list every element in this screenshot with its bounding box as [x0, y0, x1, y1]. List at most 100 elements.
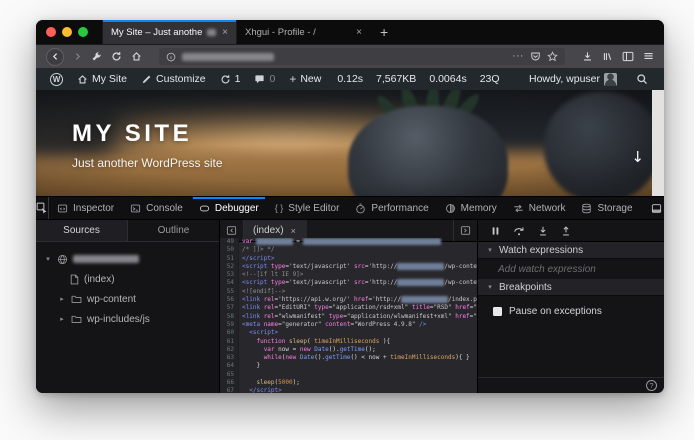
- adminbar-site-menu[interactable]: My Site: [71, 68, 133, 90]
- code-line: while(new Date().getTime() < now + timeI…: [263, 354, 470, 362]
- bookmark-star-icon[interactable]: [547, 51, 558, 62]
- tab-debugger[interactable]: Debugger: [191, 197, 267, 219]
- pause-on-exceptions-checkbox[interactable]: [493, 307, 502, 316]
- watch-expressions-header[interactable]: ▾ Watch expressions: [478, 242, 664, 259]
- downloads-button[interactable]: [582, 51, 593, 62]
- tab-outline[interactable]: Outline: [128, 220, 219, 241]
- line-number[interactable]: 49: [220, 238, 239, 247]
- line-number[interactable]: 51: [220, 254, 239, 263]
- line-number[interactable]: 59: [220, 320, 239, 330]
- twisty-closed-icon[interactable]: ▸: [58, 295, 66, 303]
- adminbar-search[interactable]: [630, 73, 654, 85]
- home-button[interactable]: [131, 51, 142, 62]
- close-source-icon[interactable]: ×: [289, 226, 298, 236]
- scroll-down-arrow[interactable]: ↓: [631, 148, 644, 166]
- sidebar-toggle-button[interactable]: [622, 51, 634, 62]
- adminbar-customize[interactable]: Customize: [135, 68, 212, 90]
- wp-logo-menu[interactable]: W: [44, 68, 69, 90]
- close-tab-icon[interactable]: ×: [354, 27, 364, 38]
- browser-tab-mysite[interactable]: My Site – Just another WordPress S ×: [102, 20, 236, 44]
- line-number[interactable]: 66: [220, 379, 239, 388]
- browser-tab-xhgui[interactable]: Xhgui - Profile - / ×: [236, 20, 370, 44]
- pause-button[interactable]: [491, 226, 500, 236]
- minimize-window-button[interactable]: [62, 27, 72, 37]
- tab-style-editor[interactable]: { } Style Editor: [267, 197, 348, 219]
- site-title[interactable]: MY SITE: [72, 120, 223, 148]
- pick-element-button[interactable]: [36, 197, 49, 219]
- desktop: My Site – Just another WordPress S × Xhg…: [0, 0, 694, 440]
- profiler-stats: 0.12s 7,567KB 0.0064s 23Q: [329, 73, 499, 85]
- stat-page-time: 0.12s: [337, 73, 364, 85]
- tab-performance[interactable]: Performance: [347, 197, 436, 219]
- tree-item-wp-content[interactable]: ▸ wp-content: [36, 289, 219, 309]
- breakpoints-header[interactable]: ▾ Breakpoints: [478, 279, 664, 296]
- page-actions-icon[interactable]: ···: [513, 52, 525, 62]
- line-number[interactable]: 60: [220, 329, 239, 338]
- line-number[interactable]: 63: [220, 354, 239, 363]
- code-area[interactable]: 49var xxxxxxxxxx = xxxxxxxxxxxxxxxxxxxxx…: [220, 238, 477, 393]
- code-line: sleep(5000);: [256, 379, 300, 387]
- step-over-button[interactable]: [513, 226, 525, 236]
- adminbar-updates[interactable]: 1: [214, 68, 247, 90]
- tree-root-domain[interactable]: ▾: [36, 249, 219, 269]
- close-tab-icon[interactable]: ×: [220, 27, 230, 38]
- line-number[interactable]: 58: [220, 312, 239, 321]
- adminbar-comments[interactable]: 0: [248, 68, 281, 90]
- tab-inspector[interactable]: Inspector: [49, 197, 122, 219]
- tree-item-label: wp-includes/js: [87, 313, 150, 325]
- line-number[interactable]: 50: [220, 246, 239, 255]
- twisty-open-icon[interactable]: ▾: [44, 255, 52, 263]
- line-number[interactable]: 67: [220, 387, 239, 393]
- new-tab-button[interactable]: +: [370, 20, 398, 44]
- line-number[interactable]: 57: [220, 304, 239, 313]
- tab-sources[interactable]: Sources: [36, 220, 128, 241]
- step-in-button[interactable]: [538, 226, 548, 236]
- adminbar-account-menu[interactable]: Howdy, wpuser: [523, 72, 623, 86]
- pause-on-exceptions-row[interactable]: Pause on exceptions: [478, 296, 664, 317]
- page-tools-button[interactable]: [91, 51, 102, 62]
- debugger-panel: Sources Outline ▾ (index) ▸ wp-content ▸…: [36, 220, 664, 393]
- search-icon: [637, 74, 647, 84]
- stopwatch-icon: [356, 203, 366, 213]
- line-number[interactable]: 61: [220, 337, 239, 346]
- firefox-window: My Site – Just another WordPress S × Xhg…: [36, 20, 664, 393]
- adminbar-new[interactable]: + New: [283, 68, 327, 90]
- line-number[interactable]: 53: [220, 271, 239, 280]
- page-scrollbar[interactable]: [652, 90, 664, 196]
- zoom-window-button[interactable]: [78, 27, 88, 37]
- back-button[interactable]: [46, 47, 64, 66]
- forward-button[interactable]: [73, 52, 82, 61]
- tab-storage[interactable]: Storage: [573, 197, 640, 219]
- tab-memory[interactable]: Memory: [437, 197, 505, 219]
- tab-label: Performance: [371, 202, 429, 214]
- step-out-button[interactable]: [561, 225, 571, 236]
- library-button[interactable]: [602, 51, 613, 62]
- line-number[interactable]: 65: [220, 370, 239, 380]
- line-number[interactable]: 56: [220, 296, 239, 305]
- comments-count: 0: [269, 73, 276, 85]
- tree-item-wp-includes[interactable]: ▸ wp-includes/js: [36, 309, 219, 329]
- menu-button[interactable]: ≡: [643, 49, 654, 64]
- line-number[interactable]: 55: [220, 287, 239, 297]
- line-number[interactable]: 64: [220, 362, 239, 371]
- tab-network[interactable]: Network: [505, 197, 574, 219]
- code-line: <script type='text/javascript' src='http…: [242, 262, 477, 270]
- close-window-button[interactable]: [46, 27, 56, 37]
- reload-button[interactable]: [111, 51, 122, 62]
- tree-item-index[interactable]: (index): [36, 269, 219, 289]
- line-number[interactable]: 62: [220, 345, 239, 355]
- url-bar[interactable]: ···: [159, 48, 566, 65]
- line-number[interactable]: 54: [220, 279, 239, 288]
- twisty-closed-icon[interactable]: ▸: [58, 315, 66, 323]
- sources-panel: Sources Outline ▾ (index) ▸ wp-content ▸…: [36, 220, 220, 393]
- tab-console[interactable]: Console: [122, 197, 191, 219]
- comment-bubble-icon: [255, 74, 265, 83]
- dock-side-icon[interactable]: [651, 203, 662, 214]
- add-watch-expression-input[interactable]: Add watch expression: [478, 259, 664, 279]
- pocket-icon[interactable]: [530, 51, 541, 62]
- devtools-footer: ?: [478, 377, 664, 393]
- line-number[interactable]: 52: [220, 262, 239, 272]
- code-line: </script>: [242, 254, 275, 262]
- tab-label: Inspector: [73, 202, 115, 214]
- help-icon[interactable]: ?: [646, 380, 657, 391]
